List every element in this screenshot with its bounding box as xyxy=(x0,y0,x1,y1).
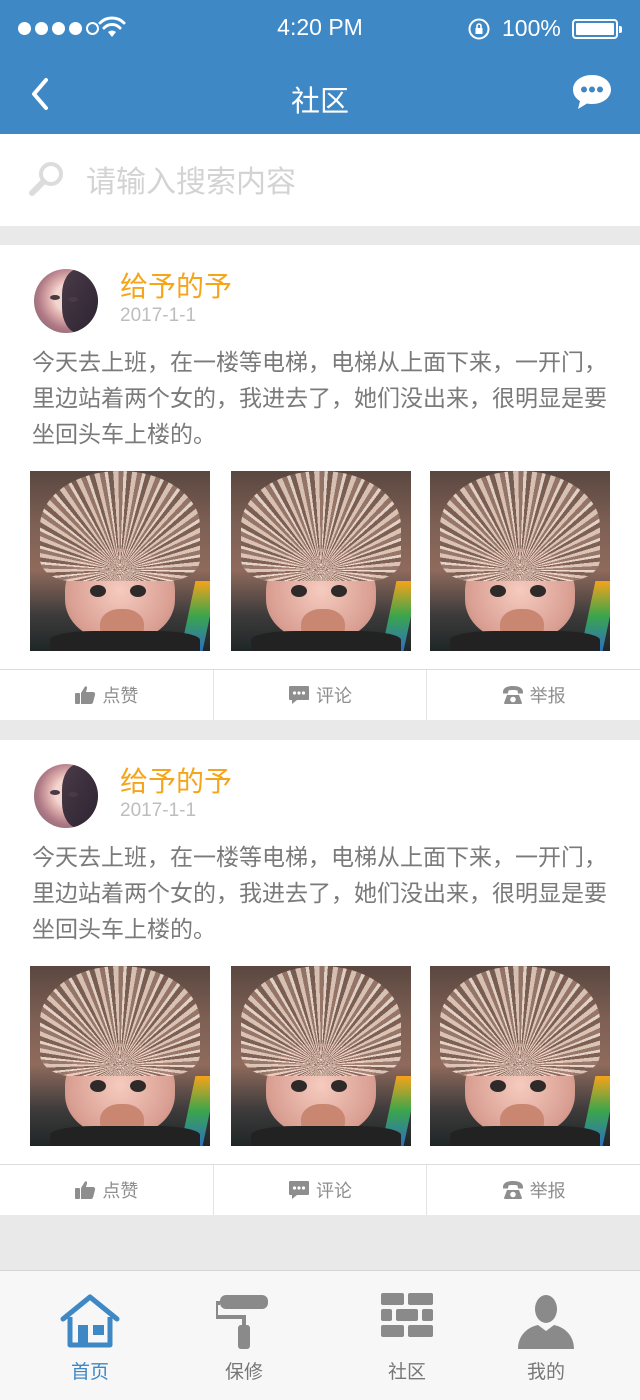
thumbs-up-icon xyxy=(75,686,96,704)
page-title: 社区 xyxy=(290,84,349,118)
home-icon xyxy=(60,1294,120,1348)
status-bar: 4:20 PM 100% xyxy=(0,0,640,56)
report-button[interactable]: 举报 xyxy=(426,1165,640,1215)
post-photo[interactable] xyxy=(430,471,610,651)
search-icon xyxy=(29,162,63,196)
thumbs-up-icon xyxy=(75,1181,96,1199)
comment-label: 评论 xyxy=(316,1181,352,1202)
post-actions: 点赞 评论 举报 xyxy=(0,669,640,720)
report-button[interactable]: 举报 xyxy=(426,670,640,720)
tab-label: 首页 xyxy=(70,1361,109,1383)
comment-icon xyxy=(289,1181,309,1199)
report-label: 举报 xyxy=(529,686,566,707)
chat-bubble-icon[interactable] xyxy=(570,72,614,112)
tab-community[interactable]: 社区 xyxy=(327,1271,487,1400)
telephone-icon xyxy=(502,1181,523,1199)
post-photo[interactable] xyxy=(231,471,411,651)
tab-label: 我的 xyxy=(526,1361,565,1383)
like-button[interactable]: 点赞 xyxy=(0,670,213,720)
like-button[interactable]: 点赞 xyxy=(0,1165,213,1215)
post-author[interactable]: 给予的予 xyxy=(120,760,232,800)
comment-button[interactable]: 评论 xyxy=(212,1165,427,1215)
tab-home[interactable]: 首页 xyxy=(10,1271,170,1400)
post-author[interactable]: 给予的予 xyxy=(120,265,232,305)
tab-label: 保修 xyxy=(224,1361,263,1383)
battery-icon xyxy=(572,19,622,39)
bottom-tab-bar: 首页 保修 社区 我的 xyxy=(0,1270,640,1400)
avatar[interactable] xyxy=(34,269,98,333)
bricks-icon xyxy=(381,1293,433,1337)
post-card: 给予的予 2017-1-1 今天去上班，在一楼等电梯，电梯从上面下来，一开门，里… xyxy=(0,740,640,1215)
comment-button[interactable]: 评论 xyxy=(212,670,427,720)
battery-percent: 100% xyxy=(502,15,561,41)
search-input[interactable] xyxy=(86,158,606,206)
tab-label: 社区 xyxy=(387,1361,426,1383)
post-photo[interactable] xyxy=(231,966,411,1146)
top-header: 4:20 PM 100% 社区 xyxy=(0,0,640,134)
post-date: 2017-1-1 xyxy=(120,305,197,326)
avatar[interactable] xyxy=(34,764,98,828)
comment-icon xyxy=(289,686,309,704)
paint-roller-icon xyxy=(216,1295,268,1349)
like-label: 点赞 xyxy=(102,1181,139,1202)
tab-mine[interactable]: 我的 xyxy=(466,1271,626,1400)
tab-repair[interactable]: 保修 xyxy=(164,1271,324,1400)
like-label: 点赞 xyxy=(102,686,139,707)
post-photo[interactable] xyxy=(430,966,610,1146)
report-label: 举报 xyxy=(529,1181,566,1202)
post-actions: 点赞 评论 举报 xyxy=(0,1164,640,1215)
post-photo[interactable] xyxy=(30,471,210,651)
rotation-lock-icon xyxy=(468,18,490,40)
person-icon xyxy=(518,1295,574,1349)
post-content: 今天去上班，在一楼等电梯，电梯从上面下来，一开门，里边站着两个女的，我进去了，她… xyxy=(32,845,607,943)
telephone-icon xyxy=(502,686,523,704)
post-content: 今天去上班，在一楼等电梯，电梯从上面下来，一开门，里边站着两个女的，我进去了，她… xyxy=(32,350,607,448)
post-photo[interactable] xyxy=(30,966,210,1146)
comment-label: 评论 xyxy=(316,686,352,707)
post-card: 给予的予 2017-1-1 今天去上班，在一楼等电梯，电梯从上面下来，一开门，里… xyxy=(0,245,640,720)
post-date: 2017-1-1 xyxy=(120,800,197,821)
